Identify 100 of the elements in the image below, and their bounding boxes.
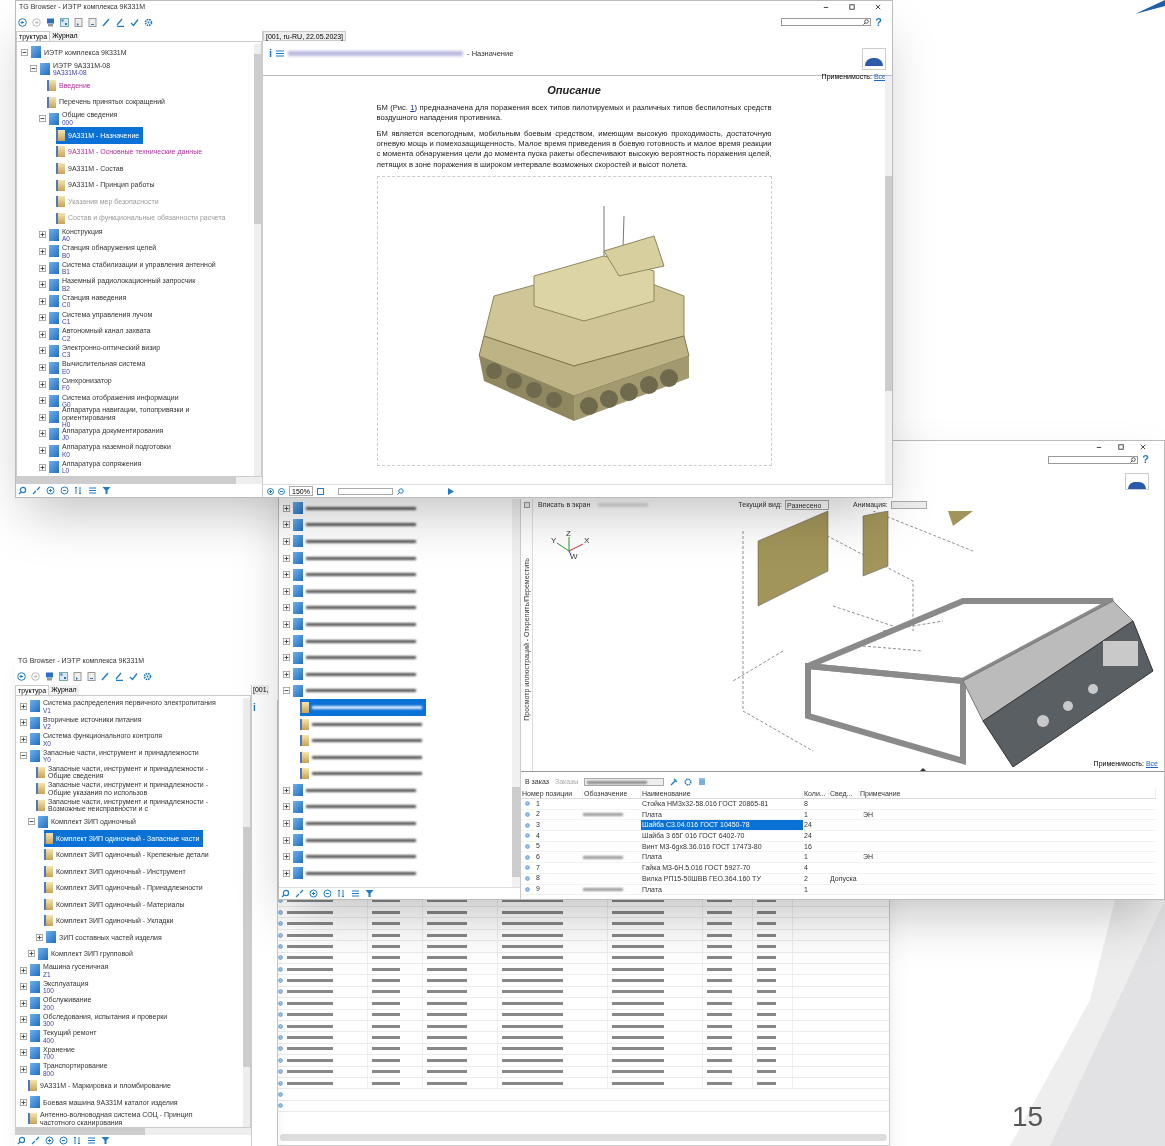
settings-icon[interactable] bbox=[144, 17, 153, 27]
close-icon[interactable] bbox=[1139, 443, 1147, 451]
expander-icon[interactable] bbox=[21, 48, 28, 56]
info-icon[interactable]: i bbox=[269, 48, 273, 60]
list-icon[interactable] bbox=[88, 486, 97, 495]
info-icon[interactable]: i bbox=[253, 703, 256, 713]
list-icon[interactable] bbox=[87, 1135, 96, 1145]
menu-icon[interactable] bbox=[276, 50, 285, 58]
search-icon[interactable] bbox=[396, 487, 404, 495]
search-icon[interactable] bbox=[18, 486, 27, 495]
zoom-in-icon[interactable] bbox=[267, 487, 274, 495]
expander-icon[interactable] bbox=[283, 637, 290, 645]
settings-icon[interactable] bbox=[143, 671, 152, 681]
expand-all-icon[interactable] bbox=[73, 671, 82, 681]
expander-icon[interactable] bbox=[36, 933, 43, 941]
expander-icon[interactable] bbox=[20, 966, 27, 974]
page-field[interactable] bbox=[337, 487, 393, 495]
tree-view-icon[interactable] bbox=[45, 671, 54, 681]
expander-icon[interactable] bbox=[283, 654, 290, 662]
check-icon[interactable] bbox=[130, 17, 139, 27]
expander-icon[interactable] bbox=[283, 786, 290, 794]
expander-icon[interactable] bbox=[39, 314, 46, 322]
expander-icon[interactable] bbox=[283, 571, 290, 579]
expander-icon[interactable] bbox=[39, 297, 46, 305]
expander-icon[interactable] bbox=[20, 1065, 27, 1073]
expander-icon[interactable] bbox=[283, 504, 290, 512]
search-icon[interactable] bbox=[281, 889, 290, 898]
list-icon[interactable] bbox=[351, 889, 360, 898]
expander-icon[interactable] bbox=[39, 447, 46, 455]
expander-icon[interactable] bbox=[39, 380, 46, 388]
expander-icon[interactable] bbox=[30, 65, 37, 73]
expander-icon[interactable] bbox=[39, 397, 46, 405]
expander-icon[interactable] bbox=[39, 364, 46, 372]
expander-icon[interactable] bbox=[20, 702, 27, 710]
filter-icon[interactable] bbox=[101, 1135, 110, 1145]
horizontal-scrollbar[interactable] bbox=[16, 477, 262, 484]
zoom-in-icon[interactable] bbox=[46, 486, 55, 495]
help-icon[interactable]: ? bbox=[1142, 454, 1149, 465]
vertical-scrollbar[interactable] bbox=[512, 499, 520, 887]
horizontal-scrollbar[interactable] bbox=[280, 1134, 887, 1141]
pencil-icon[interactable] bbox=[102, 17, 111, 27]
zoom-out-icon[interactable] bbox=[278, 487, 285, 495]
check-icon[interactable] bbox=[129, 671, 138, 681]
help-icon[interactable]: ? bbox=[875, 16, 882, 28]
expander-icon[interactable] bbox=[20, 719, 27, 727]
expander-icon[interactable] bbox=[283, 620, 290, 628]
horizontal-scrollbar[interactable] bbox=[15, 1128, 251, 1135]
expand-icon[interactable] bbox=[278, 1035, 283, 1040]
collapse-all-icon[interactable] bbox=[88, 17, 97, 27]
expander-icon[interactable] bbox=[20, 1098, 27, 1106]
expander-icon[interactable] bbox=[39, 330, 46, 338]
expander-icon[interactable] bbox=[283, 836, 290, 844]
link-icon[interactable] bbox=[32, 486, 41, 495]
play-icon[interactable] bbox=[447, 487, 454, 495]
expand-all-icon[interactable] bbox=[74, 17, 83, 27]
maximize-icon[interactable] bbox=[848, 3, 856, 11]
search-field[interactable] bbox=[781, 18, 872, 26]
filter-icon[interactable] bbox=[365, 889, 374, 898]
tree-item[interactable] bbox=[300, 699, 426, 716]
expander-icon[interactable] bbox=[20, 1032, 27, 1040]
fit-icon[interactable] bbox=[316, 487, 324, 495]
expander-icon[interactable] bbox=[283, 687, 290, 695]
panel-icon[interactable] bbox=[523, 502, 530, 508]
expander-icon[interactable] bbox=[39, 247, 46, 255]
back-icon[interactable] bbox=[18, 17, 27, 27]
vertical-scrollbar[interactable] bbox=[885, 76, 892, 484]
filter-icon[interactable] bbox=[102, 486, 111, 495]
expander-icon[interactable] bbox=[39, 281, 46, 289]
zoom-out-icon[interactable] bbox=[59, 1135, 68, 1145]
sort-icon[interactable] bbox=[74, 486, 83, 495]
expander-icon[interactable] bbox=[39, 347, 46, 355]
expander-icon[interactable] bbox=[20, 735, 27, 743]
tree-view-icon[interactable] bbox=[46, 17, 55, 27]
link-icon[interactable] bbox=[295, 889, 304, 898]
columns-icon[interactable] bbox=[698, 778, 707, 786]
tool-icon[interactable] bbox=[670, 778, 679, 786]
settings-icon[interactable] bbox=[684, 778, 693, 786]
search-icon[interactable] bbox=[17, 1135, 26, 1145]
zoom-in-icon[interactable] bbox=[45, 1135, 54, 1145]
expander-icon[interactable] bbox=[20, 752, 27, 760]
pencil-icon[interactable] bbox=[115, 671, 124, 681]
expander-icon[interactable] bbox=[28, 818, 35, 826]
vertical-scrollbar[interactable] bbox=[243, 698, 250, 1127]
expander-icon[interactable] bbox=[39, 430, 46, 438]
tree-view-icon[interactable] bbox=[60, 17, 69, 27]
expander-icon[interactable] bbox=[39, 264, 46, 272]
link-icon[interactable] bbox=[31, 1135, 40, 1145]
expander-icon[interactable] bbox=[283, 670, 290, 678]
search-field[interactable] bbox=[1048, 455, 1139, 464]
back-icon[interactable] bbox=[17, 671, 26, 681]
expander-icon[interactable] bbox=[283, 538, 290, 545]
expander-icon[interactable] bbox=[283, 853, 290, 861]
expander-icon[interactable] bbox=[39, 413, 46, 421]
pencil-icon[interactable] bbox=[116, 17, 125, 27]
vertical-scrollbar[interactable] bbox=[254, 44, 261, 476]
expander-icon[interactable] bbox=[39, 463, 46, 471]
pencil-icon[interactable] bbox=[101, 671, 110, 681]
animation-dropdown[interactable] bbox=[890, 501, 927, 509]
expander-icon[interactable] bbox=[39, 231, 46, 239]
sort-icon[interactable] bbox=[337, 889, 346, 898]
